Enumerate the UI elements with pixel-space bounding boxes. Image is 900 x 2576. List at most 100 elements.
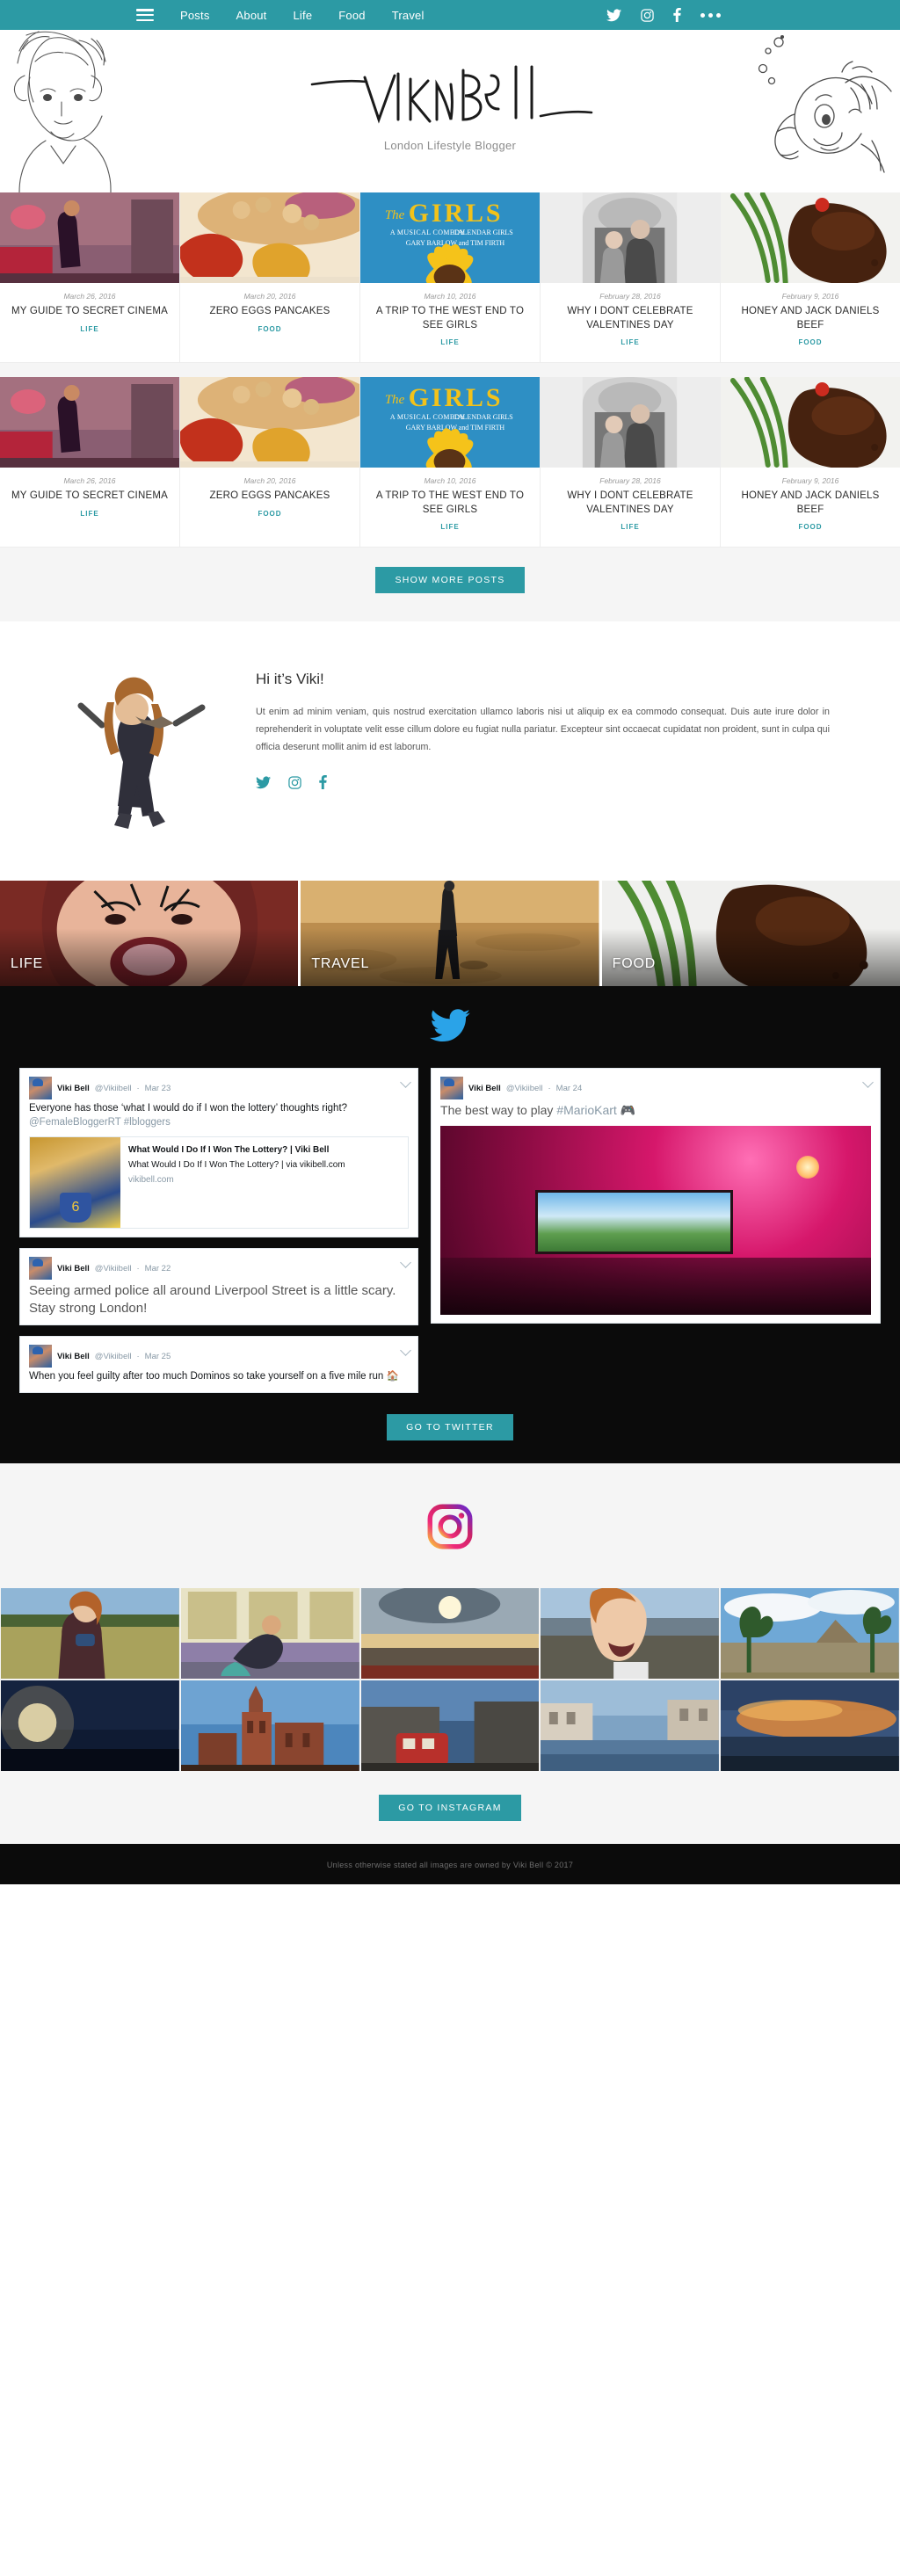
tweet-handle: @Vikiibell [94,1263,132,1273]
post-category[interactable]: LIFE [7,325,172,333]
tweet-hashtag[interactable]: #MarioKart [556,1103,616,1117]
posts-row-2: March 26, 2016 MY GUIDE TO SECRET CINEMA… [0,377,900,548]
post-thumbnail [541,192,720,283]
post-category[interactable]: LIFE [367,338,533,346]
avatar [29,1077,52,1100]
instagram-post[interactable] [0,1586,180,1680]
tweet-hashtag[interactable]: #lbloggers [121,1117,171,1128]
post-title: WHY I DONT CELEBRATE VALENTINES DAY [567,306,693,330]
go-to-twitter-button[interactable]: GO TO TWITTER [387,1413,513,1440]
category-label: TRAVEL [311,956,370,972]
tweet-date: Mar 22 [144,1263,171,1273]
tweet-card[interactable]: Viki Bell @Vikiibell · Mar 22 Seeing arm… [19,1248,419,1326]
instagram-icon[interactable] [288,776,301,789]
post-date: March 20, 2016 [243,292,296,301]
post-title: ZERO EGGS PANCAKES [209,306,330,316]
svg-text:CALENDAR GIRLS: CALENDAR GIRLS [453,229,512,236]
category-banner-travel[interactable]: TRAVEL [301,881,602,987]
nav-link-life[interactable]: Life [294,9,313,22]
tweet-mention[interactable]: @FemaleBloggerRT [29,1117,121,1128]
hamburger-icon[interactable] [136,9,154,21]
post-date: March 26, 2016 [63,476,116,486]
nav-link-about[interactable]: About [236,9,267,22]
post-date: March 20, 2016 [243,476,296,486]
category-label: LIFE [11,956,43,972]
tweet-card[interactable]: Viki Bell @Vikiibell · Mar 25 When you f… [19,1336,419,1393]
svg-text:GIRLS: GIRLS [409,199,504,228]
instagram-icon[interactable] [641,8,654,22]
post-category[interactable]: FOOD [728,523,893,531]
post-category[interactable]: FOOD [728,338,893,346]
post-category[interactable]: FOOD [187,510,352,518]
site-logo[interactable] [305,62,595,130]
post-category[interactable]: FOOD [187,325,352,333]
facebook-icon[interactable] [673,8,681,22]
post-date: February 9, 2016 [781,292,839,301]
post-category[interactable]: LIFE [367,523,533,531]
instagram-post[interactable] [540,1586,721,1680]
twitter-icon[interactable] [256,776,271,789]
tweet-card[interactable]: Viki Bell @Vikiibell · Mar 23 Everyone h… [19,1068,419,1238]
post-card[interactable]: February 28, 2016 WHY I DONT CELEBRATE V… [541,377,721,548]
facebook-icon[interactable] [319,775,327,790]
site-tagline: London Lifestyle Blogger [383,139,517,152]
post-date: March 26, 2016 [63,292,116,301]
lamp-glow [796,1156,820,1179]
post-thumbnail: The GIRLS A MUSICAL COMEDY CALENDAR GIRL… [360,192,540,283]
svg-text:CALENDAR GIRLS: CALENDAR GIRLS [453,413,512,421]
instagram-post[interactable] [179,1679,360,1772]
top-navigation-bar: Posts About Life Food Travel [0,0,900,30]
show-more-bar: SHOW MORE POSTS [0,548,900,620]
instagram-button-bar: GO TO INSTAGRAM [0,1771,900,1844]
post-card[interactable]: March 26, 2016 MY GUIDE TO SECRET CINEMA… [0,377,180,548]
post-category[interactable]: LIFE [7,510,172,518]
instagram-post[interactable] [720,1679,900,1772]
about-photo [70,667,224,839]
tweet-card-thumbnail [30,1137,120,1229]
post-card[interactable]: The GIRLS A MUSICAL COMEDY CALENDAR GIRL… [360,377,541,548]
post-title: ZERO EGGS PANCAKES [209,490,330,502]
post-category[interactable]: LIFE [548,338,713,346]
instagram-post[interactable] [359,1586,541,1680]
nav-link-travel[interactable]: Travel [392,9,425,22]
tweet-date: Mar 23 [144,1083,171,1093]
nav-link-food[interactable]: Food [338,9,365,22]
instagram-post[interactable] [0,1679,180,1772]
posts-row-1: March 26, 2016 MY GUIDE TO SECRET CINEMA… [0,192,900,364]
post-thumbnail [0,377,179,468]
tweet-handle: @Vikiibell [94,1351,132,1361]
post-thumbnail [180,377,359,468]
post-category[interactable]: LIFE [548,523,713,531]
tweet-card[interactable]: Viki Bell @Vikiibell · Mar 24 The best w… [431,1068,881,1324]
post-date: March 10, 2016 [424,476,476,486]
post-thumbnail [721,192,900,283]
category-banner-food[interactable]: FOOD [601,881,900,987]
post-card[interactable]: February 9, 2016 HONEY AND JACK DANIELS … [721,377,900,548]
show-more-posts-button[interactable]: SHOW MORE POSTS [375,567,525,594]
more-dots-icon[interactable] [700,12,721,18]
nav-link-posts[interactable]: Posts [180,9,210,22]
post-title: A TRIP TO THE WEST END TO SEE GIRLS [375,490,525,515]
tweet-card-title: What Would I Do If I Won The Lottery? | … [128,1145,330,1156]
instagram-post[interactable] [540,1679,721,1772]
tweet-photo[interactable] [440,1125,871,1315]
category-banner-life[interactable]: LIFE [0,881,301,987]
svg-text:The: The [385,393,405,407]
post-card[interactable]: March 20, 2016 ZERO EGGS PANCAKES FOOD [180,377,360,548]
tweet-link-card[interactable]: What Would I Do If I Won The Lottery? | … [29,1136,410,1230]
instagram-post[interactable] [359,1679,541,1772]
twitter-icon[interactable] [606,9,621,22]
instagram-post[interactable] [720,1586,900,1680]
post-date: March 10, 2016 [424,292,476,301]
tweet-text: Everyone has those ‘what I would do if I… [29,1103,348,1128]
post-card[interactable]: March 26, 2016 MY GUIDE TO SECRET CINEMA… [0,192,180,363]
post-card[interactable]: February 9, 2016 HONEY AND JACK DANIELS … [721,192,900,363]
post-card[interactable]: February 28, 2016 WHY I DONT CELEBRATE V… [541,192,721,363]
instagram-post[interactable] [179,1586,360,1680]
post-title: WHY I DONT CELEBRATE VALENTINES DAY [567,490,693,515]
twitter-button-bar: GO TO TWITTER [0,1393,900,1440]
copyright-text: Unless otherwise stated all images are o… [326,1860,574,1869]
post-card[interactable]: March 20, 2016 ZERO EGGS PANCAKES FOOD [180,192,360,363]
post-card[interactable]: The GIRLS A MUSICAL COMEDY CALENDAR GIRL… [360,192,541,363]
go-to-instagram-button[interactable]: GO TO INSTAGRAM [379,1794,521,1821]
